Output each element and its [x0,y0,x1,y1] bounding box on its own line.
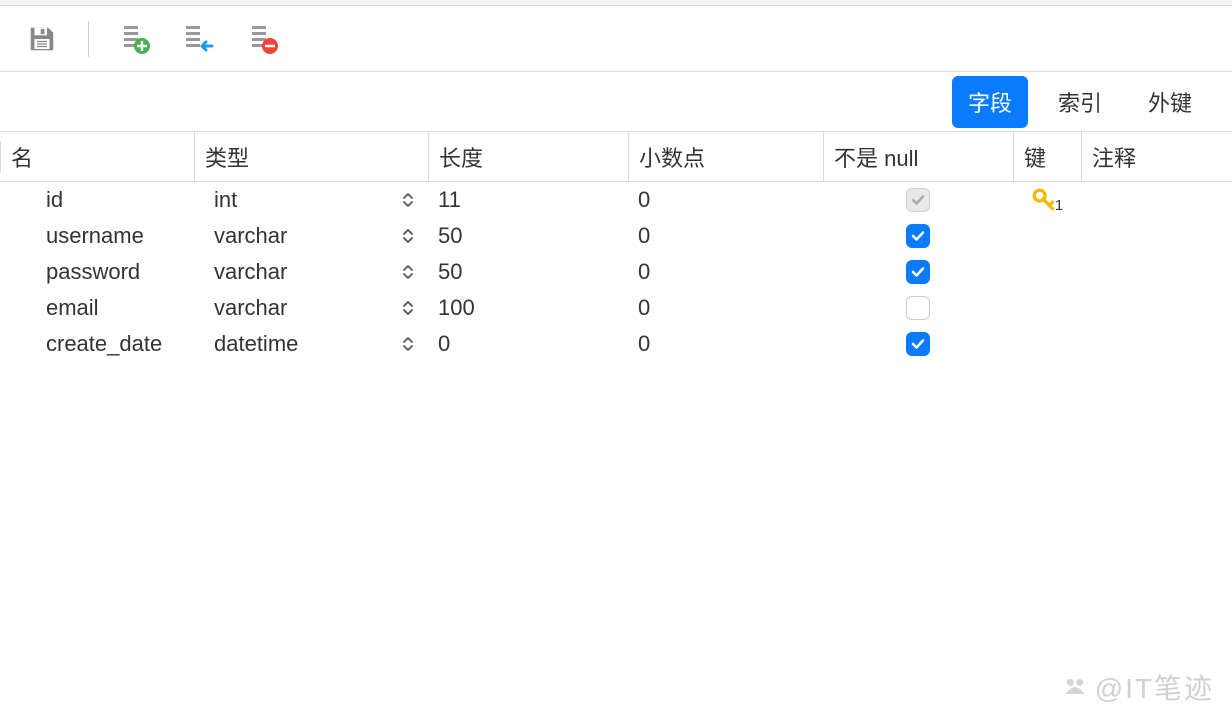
field-decimal-cell[interactable]: 0 [628,218,823,254]
field-type-cell[interactable]: datetime [194,326,388,362]
field-comment-cell[interactable] [1081,182,1232,218]
save-button[interactable] [24,21,60,57]
type-stepper[interactable] [402,264,414,280]
not-null-checkbox[interactable] [906,332,930,356]
field-name-cell[interactable]: email [0,290,194,326]
toolbar-separator [88,21,89,57]
field-name-cell[interactable]: create_date [0,326,194,362]
field-length-cell[interactable]: 50 [428,254,628,290]
type-stepper[interactable] [402,228,414,244]
field-comment-cell[interactable] [1081,326,1232,362]
watermark: @IT笔迹 [1061,667,1214,707]
tabs-bar: 字段 索引 外键 [0,72,1232,132]
table-row[interactable]: emailvarchar 1000 [0,290,1232,326]
not-null-checkbox[interactable] [906,224,930,248]
field-name-cell[interactable]: id [0,182,194,218]
table-row[interactable]: usernamevarchar 500 [0,218,1232,254]
column-header-comment[interactable]: 注释 [1092,141,1136,173]
column-header-decimal[interactable]: 小数点 [639,141,705,173]
field-comment-cell[interactable] [1081,290,1232,326]
column-header-notnull[interactable]: 不是 null [834,141,918,173]
watermark-text: @IT笔迹 [1095,667,1214,707]
field-type-cell[interactable]: varchar [194,290,388,326]
type-stepper[interactable] [402,336,414,352]
field-length-cell[interactable]: 11 [428,182,628,218]
table-row[interactable]: create_datedatetime 00 [0,326,1232,362]
column-header-type[interactable]: 类型 [205,141,249,173]
table-row[interactable]: passwordvarchar 500 [0,254,1232,290]
delete-row-button[interactable] [245,21,281,57]
toolbar [0,6,1232,72]
column-header-length[interactable]: 长度 [439,141,483,173]
field-decimal-cell[interactable]: 0 [628,182,823,218]
not-null-checkbox[interactable] [906,296,930,320]
tab-fields[interactable]: 字段 [952,76,1028,128]
table-body: idint1101usernamevarchar500passwordvarch… [0,182,1232,362]
field-length-cell[interactable]: 0 [428,326,628,362]
field-comment-cell[interactable] [1081,218,1232,254]
field-type-cell[interactable]: int [194,182,388,218]
table-header: 名 类型 长度 小数点 不是 null 键 注释 [0,132,1232,182]
not-null-checkbox[interactable] [906,260,930,284]
type-stepper[interactable] [402,300,414,316]
tab-foreign-keys[interactable]: 外键 [1132,76,1208,128]
field-name-cell[interactable]: password [0,254,194,290]
field-type-cell[interactable]: varchar [194,254,388,290]
column-header-name[interactable]: 名 [11,141,33,173]
field-decimal-cell[interactable]: 0 [628,326,823,362]
field-type-cell[interactable]: varchar [194,218,388,254]
add-row-button[interactable] [117,21,153,57]
not-null-checkbox[interactable] [906,188,930,212]
tab-indexes[interactable]: 索引 [1042,76,1118,128]
field-decimal-cell[interactable]: 0 [628,290,823,326]
type-stepper[interactable] [402,192,414,208]
primary-key-icon: 1 [1031,187,1063,214]
field-length-cell[interactable]: 100 [428,290,628,326]
field-name-cell[interactable]: username [0,218,194,254]
field-comment-cell[interactable] [1081,254,1232,290]
table-row[interactable]: idint 110 1 [0,182,1232,218]
column-header-key[interactable]: 键 [1024,141,1046,173]
field-length-cell[interactable]: 50 [428,218,628,254]
field-decimal-cell[interactable]: 0 [628,254,823,290]
insert-row-button[interactable] [181,21,217,57]
